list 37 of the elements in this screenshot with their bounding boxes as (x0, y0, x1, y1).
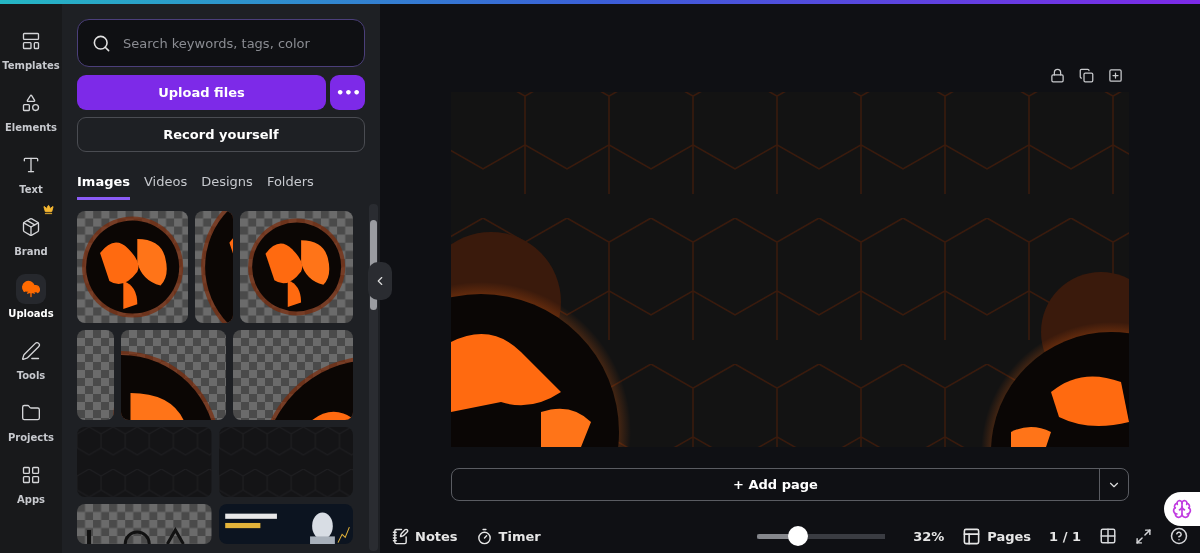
search-field[interactable]: Search keywords, tags, color (121, 34, 350, 52)
assistant-button[interactable] (1164, 492, 1200, 526)
sidebar-item[interactable]: Uploads (0, 266, 62, 319)
timer-icon (475, 527, 493, 545)
notes-button[interactable]: Notes (392, 527, 458, 545)
record-button[interactable]: Record yourself (77, 117, 365, 152)
zoom-reading: 32% (913, 528, 945, 544)
help-icon[interactable] (1170, 527, 1188, 545)
grid-icon[interactable] (1099, 527, 1117, 545)
page-count: 1 / 1 (1049, 528, 1081, 544)
more-button[interactable]: ••• (330, 75, 365, 110)
tab[interactable]: Images (77, 174, 130, 200)
brain-icon (1172, 499, 1192, 519)
pages-icon (962, 526, 982, 546)
collapse-button[interactable] (368, 262, 392, 300)
notes-icon (392, 527, 409, 545)
cloud-upload-icon (16, 274, 46, 304)
timer-button[interactable]: Timer (475, 527, 541, 545)
search-bar[interactable]: Search keywords, tags, color (77, 19, 365, 67)
sidebar-item[interactable]: Elements (0, 80, 62, 133)
upload-button[interactable]: Upload files (77, 75, 326, 110)
lock-icon[interactable] (1050, 67, 1065, 83)
search-icon (92, 33, 111, 53)
duplicate-icon[interactable] (1079, 67, 1094, 83)
fullscreen-icon[interactable] (1135, 527, 1152, 545)
sidebar-item[interactable]: Text (0, 142, 62, 195)
add-icon[interactable] (1108, 67, 1123, 83)
sidebar-item[interactable]: Apps (0, 452, 62, 505)
scrollbar[interactable] (369, 204, 378, 551)
sidebar-item[interactable]: Projects (0, 390, 62, 443)
pages-button[interactable]: Pages (962, 526, 1032, 546)
sidebar-item[interactable]: Brand (0, 204, 62, 257)
tab[interactable]: Folders (266, 174, 314, 200)
sidebar-item[interactable]: Tools (0, 328, 62, 381)
sidebar-item[interactable]: Templates (0, 18, 62, 71)
tab[interactable]: Videos (144, 174, 188, 200)
tab[interactable]: Designs (201, 174, 253, 200)
